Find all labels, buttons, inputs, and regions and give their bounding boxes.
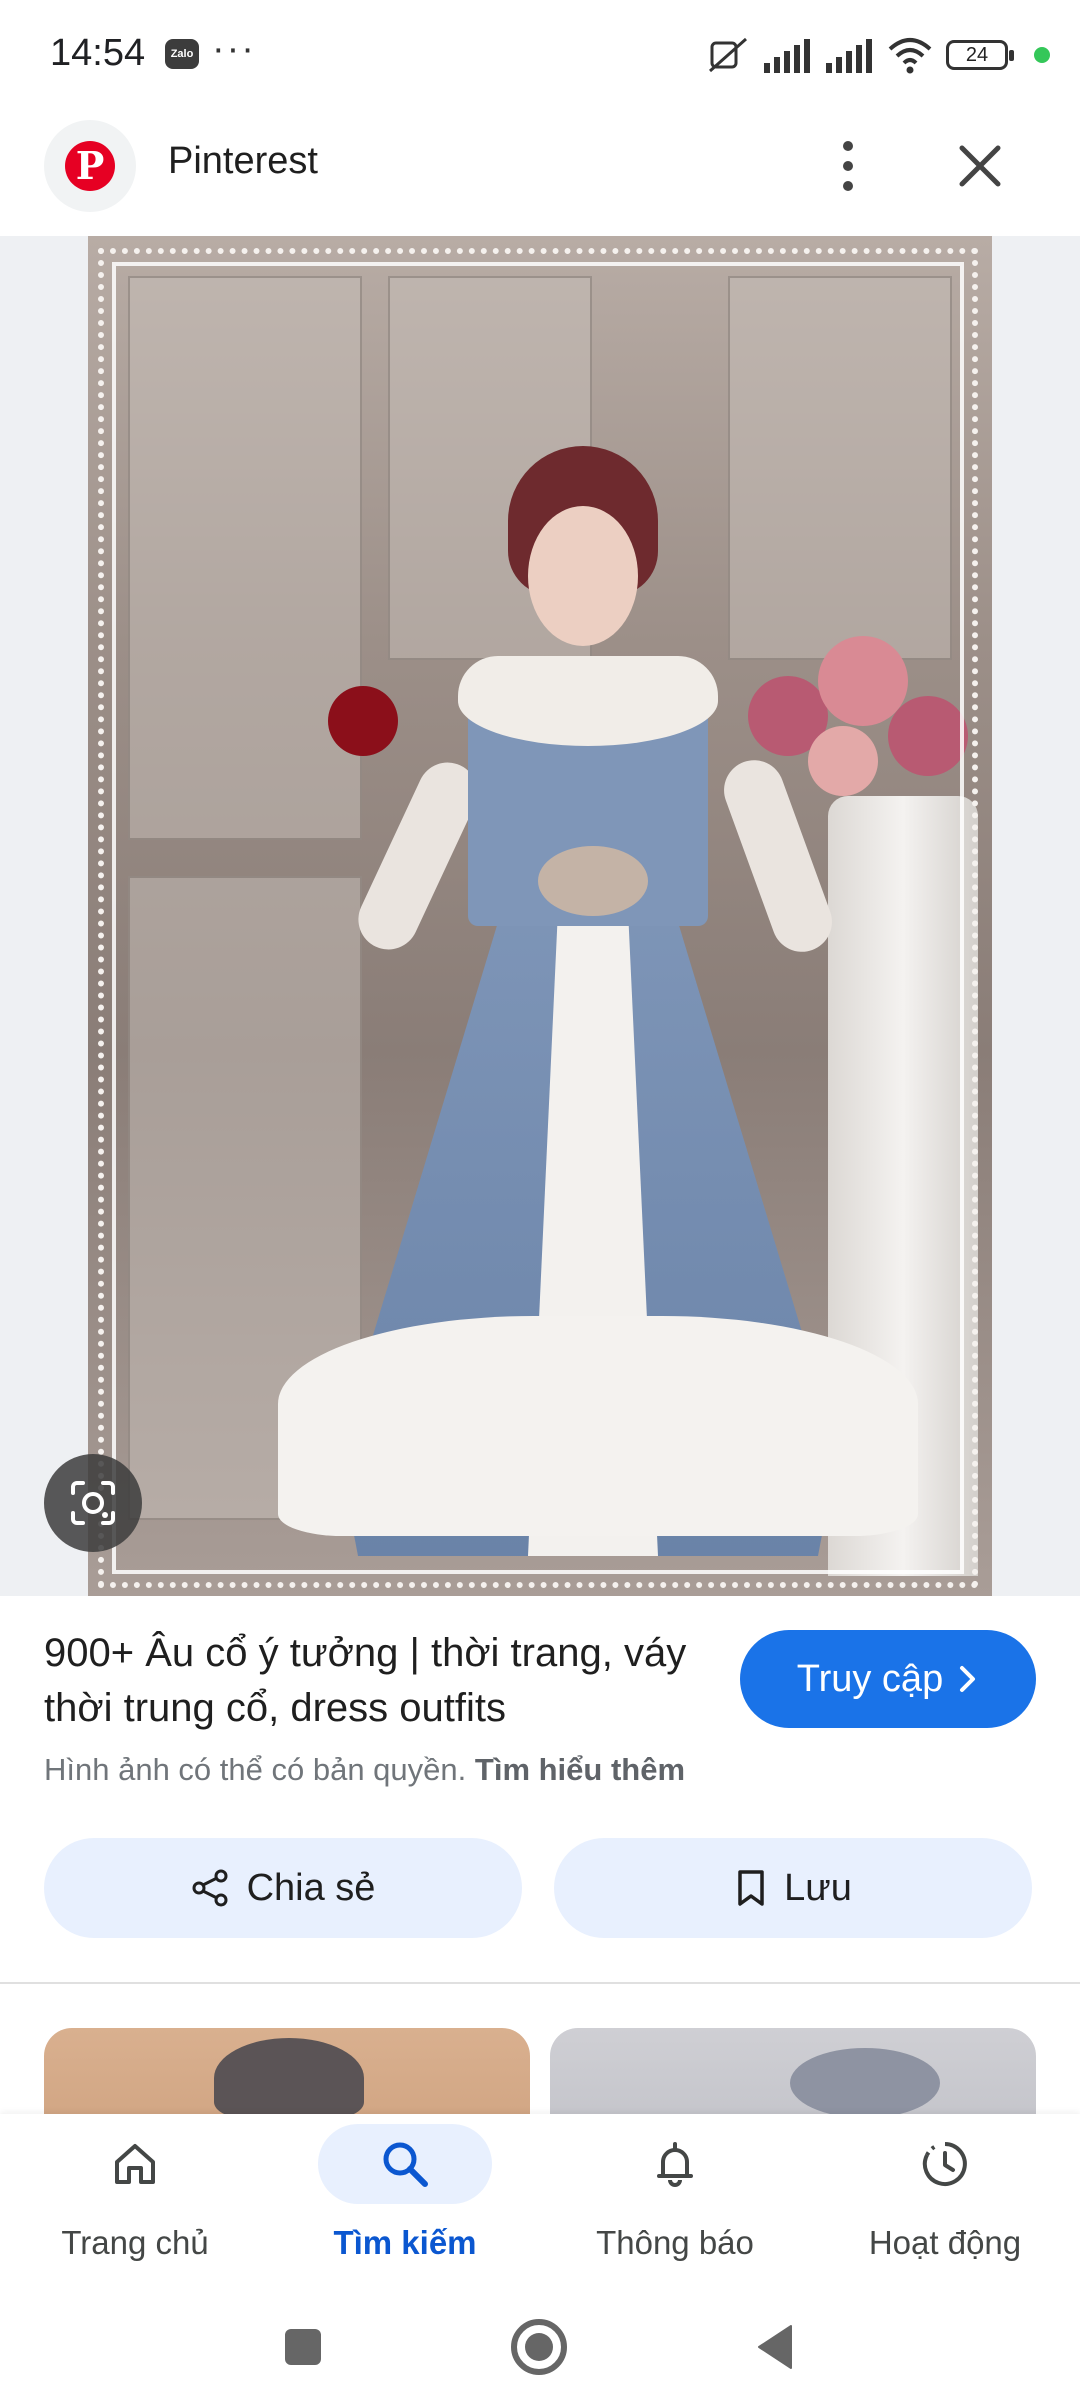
copyright-notice: Hình ảnh có thể có bản quyền. Tìm hiểu t… (44, 1752, 685, 1788)
battery-icon: 24 (946, 40, 1014, 70)
search-icon (318, 2124, 492, 2204)
home-icon (85, 2124, 185, 2204)
signal-icon (826, 39, 872, 73)
back-button[interactable] (740, 2312, 810, 2382)
result-image[interactable] (88, 236, 992, 1596)
status-time: 14:54 (50, 32, 146, 74)
visit-button[interactable]: Truy cập (740, 1630, 1036, 1728)
section-divider (0, 1982, 1080, 1984)
nav-label-notifications: Thông báo (596, 2224, 754, 2261)
learn-more-link[interactable]: Tìm hiểu thêm (475, 1752, 685, 1787)
nav-item-search[interactable]: Tìm kiếm (270, 2114, 540, 2294)
visit-label: Truy cập (796, 1657, 944, 1700)
copyright-text: Hình ảnh có thể có bản quyền. (44, 1752, 467, 1787)
circle-home-icon (511, 2319, 567, 2375)
system-status-icons: 24 (706, 30, 1050, 80)
image-viewer (0, 236, 1080, 1596)
nav-item-home[interactable]: Trang chủ (0, 2114, 270, 2294)
bottom-navigation: Trang chủ Tìm kiếm Thông báo Hoạt động (0, 2114, 1080, 2294)
square-icon (285, 2329, 321, 2365)
save-label: Lưu (784, 1866, 852, 1909)
nav-item-notifications[interactable]: Thông báo (540, 2114, 810, 2294)
pinterest-logo-icon[interactable]: P (44, 120, 136, 212)
share-label: Chia sẻ (246, 1866, 376, 1909)
pinterest-logo-letter: P (65, 141, 115, 191)
mute-vibrate-icon (709, 37, 747, 73)
status-bar: 14:54 Zalo ··· 24 (0, 0, 1080, 110)
zalo-icon: Zalo (165, 39, 199, 69)
close-icon[interactable] (950, 136, 1010, 196)
bookmark-icon (738, 1870, 764, 1906)
share-icon (192, 1869, 228, 1907)
bell-icon (625, 2124, 725, 2204)
nav-label-activity: Hoạt động (868, 2224, 1022, 2261)
recents-button[interactable] (268, 2312, 338, 2382)
result-title: 900+ Âu cổ ý tưởng | thời trang, váy thờ… (44, 1631, 687, 1730)
wifi-icon (888, 38, 932, 74)
nav-label-search: Tìm kiếm (333, 2224, 477, 2261)
back-triangle-icon (758, 2325, 792, 2369)
activity-icon (895, 2124, 995, 2204)
save-button[interactable]: Lưu (554, 1838, 1032, 1938)
more-vert-icon[interactable] (828, 130, 868, 202)
more-dots-icon: ··· (212, 28, 256, 70)
chevron-right-icon (960, 1666, 976, 1692)
nav-label-home: Trang chủ (61, 2224, 209, 2261)
nav-item-activity[interactable]: Hoạt động (810, 2114, 1080, 2294)
lens-glyph (71, 1481, 115, 1525)
system-navigation-bar (0, 2294, 1080, 2400)
site-name[interactable]: Pinterest (168, 140, 318, 183)
source-header: P Pinterest (0, 110, 1080, 236)
google-lens-icon[interactable] (44, 1454, 142, 1552)
signal-icon (764, 39, 810, 73)
share-button[interactable]: Chia sẻ (44, 1838, 522, 1938)
home-button[interactable] (504, 2312, 574, 2382)
privacy-indicator-dot (1034, 47, 1050, 63)
